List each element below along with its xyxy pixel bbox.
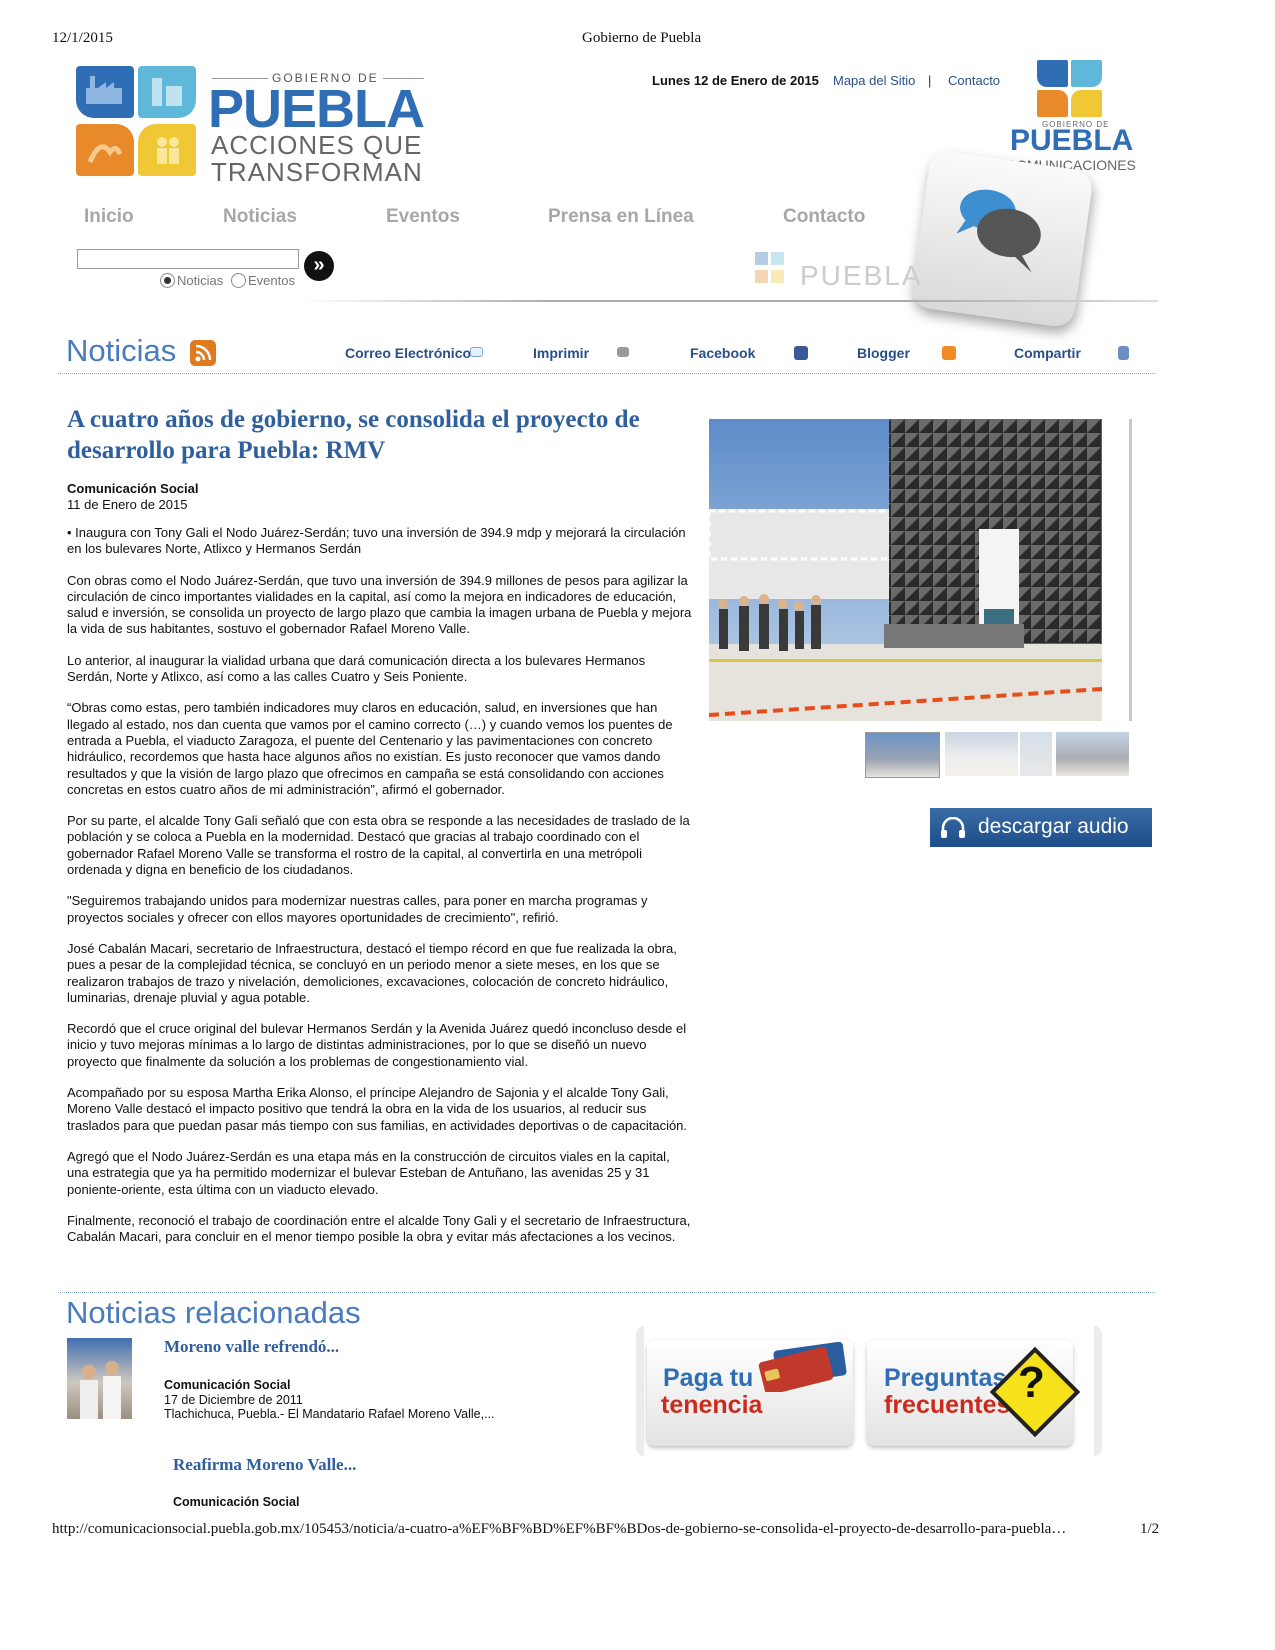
related-thumbnail[interactable] [67,1338,132,1419]
share-print[interactable]: Imprimir [533,345,589,361]
article-paragraph: “Obras como estas, pero también indicado… [67,700,673,797]
related-divider [58,1292,1155,1293]
section-title: Noticias [66,333,177,368]
hands-icon [76,124,134,176]
nav-contacto[interactable]: Contacto [783,206,865,228]
sitemap-link[interactable]: Mapa del Sitio [833,73,915,88]
side-logo-puebla: PUEBLA [1010,124,1134,157]
article-paragraph: Finalmente, reconoció el trabajo de coor… [67,1212,691,1245]
related-item-author: Comunicación Social [164,1378,291,1392]
print-page-title: Gobierno de Puebla [582,30,702,46]
share-icon [1118,346,1129,360]
article-body: • Inaugura con Tony Gali el Nodo Juárez-… [67,525,692,1260]
rss-icon[interactable] [190,340,216,366]
search-go-button[interactable]: » [304,251,334,281]
article-author: Comunicación Social [67,481,199,496]
logo-emblem [76,66,196,182]
photo-next-edge [1129,419,1132,721]
nav-noticias[interactable]: Noticias [223,206,297,228]
search-input[interactable] [77,249,299,269]
photo-thumbnail[interactable] [865,732,940,778]
share-blogger[interactable]: Blogger [857,345,910,361]
print-page-count: 1/2 [1140,1521,1160,1537]
article-paragraph: Agregó que el Nodo Juárez-Serdán es una … [67,1148,670,1197]
article-paragraph: Por su parte, el alcalde Tony Gali señal… [67,813,690,878]
watermark-emblem [755,252,785,288]
facebook-icon [794,346,808,360]
article-paragraph: José Cabalán Macari, secretario de Infra… [67,940,677,1005]
email-icon [470,347,483,357]
top-separator: | [928,73,932,88]
photo-thumbnail[interactable] [945,732,1018,776]
logo-tagline-2: TRANSFORMAN [211,157,423,187]
download-audio-button[interactable]: descargar audio [930,808,1152,847]
side-logo-emblem [1037,60,1103,118]
nav-eventos[interactable]: Eventos [386,206,460,228]
radio-events-label: Eventos [248,273,295,288]
related-item-author: Comunicación Social [173,1495,300,1509]
article-paragraph: Lo anterior, al inaugurar la vialidad ur… [67,652,646,685]
faq-line-1: Preguntas [884,1364,1007,1392]
tenencia-line-1: Paga tu [663,1364,754,1392]
radio-events[interactable] [231,273,246,288]
print-icon [617,347,629,357]
photo-thumbnail[interactable] [1020,732,1052,776]
share-facebook[interactable]: Facebook [690,345,755,361]
question-mark: ? [1018,1358,1045,1407]
download-audio-label: descargar audio [978,815,1129,838]
article-paragraph: Con obras como el Nodo Juárez-Serdán, qu… [67,572,692,637]
related-item-title[interactable]: Reafirma Moreno Valle... [173,1455,356,1475]
article-title: A cuatro años de gobierno, se consolida … [67,406,640,464]
blogger-icon [942,346,956,360]
nav-prensa[interactable]: Prensa en Línea [548,206,694,228]
pay-tenencia-button[interactable]: Paga tu tenencia [647,1340,853,1446]
photo-thumbnail[interactable] [1056,732,1129,776]
faq-button[interactable]: Preguntas frecuentes ? [867,1340,1081,1446]
print-date: 12/1/2015 [52,30,113,46]
article-date: 11 de Enero de 2015 [67,497,188,512]
radio-news[interactable] [160,273,175,288]
article-paragraph: • Inaugura con Tony Gali el Nodo Juárez-… [67,525,686,557]
print-footer-url: http://comunicacionsocial.puebla.gob.mx/… [52,1521,1067,1537]
article-paragraph: "Seguiremos trabajando unidos para moder… [67,893,648,925]
credit-cards-icon [758,1342,847,1392]
section-divider [58,373,1155,374]
people-icon [138,124,196,176]
tenencia-line-2: tenencia [661,1391,763,1419]
question-sign-icon: ? [989,1346,1081,1438]
share-compartir[interactable]: Compartir [1014,345,1081,361]
related-heading: Noticias relacionadas [66,1295,361,1330]
related-item-title[interactable]: Moreno valle refrendó... [164,1337,339,1357]
radio-news-label: Noticias [177,273,224,288]
related-item-date: 17 de Diciembre de 2011 [164,1393,303,1407]
chat-bubbles-icon [956,189,1041,273]
article-paragraph: Acompañado por su esposa Martha Erika Al… [67,1085,688,1133]
article-photo[interactable] [709,419,1102,721]
contact-link[interactable]: Contacto [948,73,1000,88]
watermark-puebla: PUEBLA [800,260,923,291]
current-date: Lunes 12 de Enero de 2015 [652,73,819,88]
header-divider [300,300,1158,302]
nav-inicio[interactable]: Inicio [84,206,134,228]
related-item-summary: Tlachichuca, Puebla.- El Mandatario Rafa… [164,1407,495,1421]
buildings-icon [138,66,196,118]
factory-icon [76,66,134,118]
headphones-icon [941,817,965,838]
share-email[interactable]: Correo Electrónico [345,345,471,361]
article-paragraph: Recordó que el cruce original del buleva… [67,1021,687,1069]
